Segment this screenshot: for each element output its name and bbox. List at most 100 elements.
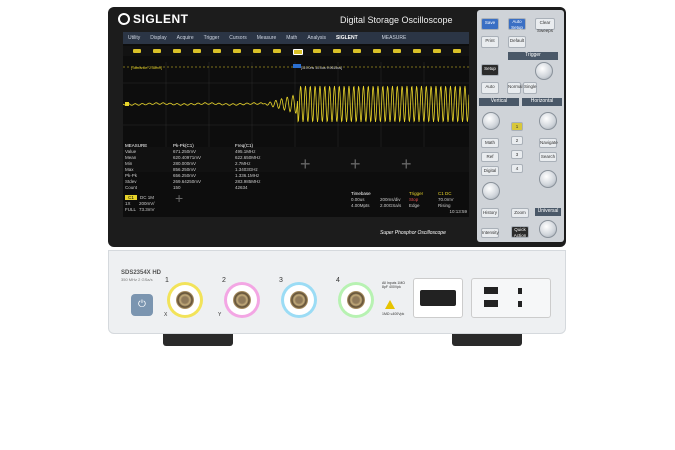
save-button[interactable]: Save: [481, 18, 499, 30]
measure-header: MEASURE: [125, 142, 148, 148]
channel-1-offset: 73.3mV: [139, 206, 155, 212]
measure-cell: Mean: [125, 154, 137, 160]
intensity-button[interactable]: Intensity: [481, 228, 499, 238]
measure-cell: 495.1MHz: [235, 148, 256, 154]
math-button[interactable]: Math: [481, 138, 499, 148]
sample-rate: 2.00GSa/s: [380, 202, 402, 208]
brand-label: SIGLENT: [133, 12, 189, 26]
auto-setup-button[interactable]: Auto Setup: [508, 18, 526, 30]
history-button[interactable]: History: [481, 208, 499, 218]
measure-header: Pk-Pk(C1): [173, 142, 194, 148]
trigger-auto-button[interactable]: Auto: [481, 82, 499, 94]
timeline-frame: [273, 49, 281, 53]
channel-1-bw: FULL: [125, 206, 137, 212]
y-label: Y: [218, 312, 222, 318]
search-button[interactable]: Search: [539, 152, 557, 162]
menu-item-trigger[interactable]: Trigger: [199, 35, 225, 41]
trigger-type: Edge: [409, 202, 420, 208]
spo-tagline: Super Phosphor Oscilloscope: [380, 230, 446, 236]
timeline-frame: [453, 49, 461, 53]
channel-2-button[interactable]: 2: [511, 136, 523, 145]
menu-item-measure[interactable]: Measure: [252, 35, 281, 41]
ref-button[interactable]: Ref: [481, 152, 499, 162]
menu-item-acquire[interactable]: Acquire: [172, 35, 199, 41]
trigger-single-button[interactable]: Single: [523, 82, 537, 94]
measure-tab[interactable]: MEASURE: [377, 35, 412, 41]
empty-measure-slot-icon[interactable]: +: [300, 154, 311, 175]
timebase-trigger-panel[interactable]: Timebase Trigger C1 DC 0.00us 200ms/div …: [351, 190, 467, 217]
trigger-status: Stop: [409, 196, 419, 202]
measure-cell: 1.3403GHz: [235, 166, 258, 172]
channel-1-badge: C1: [125, 194, 137, 200]
channel-1-coupling: DC 1M: [140, 194, 155, 200]
trigger-slope: Rising: [438, 202, 451, 208]
trigger-section-label: Trigger: [508, 52, 558, 60]
usb-port-panel: [471, 278, 551, 318]
channel-1-info[interactable]: C1 DC 1M 1X 200mV/ FULL 73.3mV: [125, 194, 165, 214]
coupling-note: 1MΩ ≤400Vpk: [382, 312, 405, 316]
channel-1-scale: 200mV/: [139, 200, 155, 206]
calibration-terminal-icon: [518, 288, 522, 294]
channel-3-button[interactable]: 3: [511, 150, 523, 159]
timeline-frame: [233, 49, 241, 53]
quick-action-button[interactable]: Quick Action: [511, 226, 529, 238]
roll-button[interactable]: Navigate: [539, 138, 558, 148]
trigger-normal-button[interactable]: Normal: [507, 82, 523, 94]
add-channel-icon[interactable]: +: [175, 190, 183, 206]
left-foot: [163, 334, 233, 346]
menu-item-math[interactable]: Math: [281, 35, 302, 41]
clock-time: 10:13:59: [449, 208, 467, 214]
timeline-frame: [393, 49, 401, 53]
empty-measure-slot-icon[interactable]: +: [401, 154, 412, 175]
power-button[interactable]: ⏻: [131, 294, 153, 316]
horizontal-scale-knob[interactable]: [539, 112, 557, 130]
timebase-delay: 0.00us: [351, 196, 365, 202]
print-button[interactable]: Print: [481, 36, 499, 48]
menu-item-analysis[interactable]: Analysis: [302, 35, 331, 41]
menu-item-utility[interactable]: Utility: [123, 35, 145, 41]
channel-2-input[interactable]: [227, 285, 257, 315]
tolerance-label: [Tolerance: 2.38mV]: [131, 66, 162, 70]
usb-port-icon[interactable]: [484, 287, 498, 294]
timeline-frame: [413, 49, 421, 53]
channel-4-button[interactable]: 4: [511, 164, 523, 173]
signal-label: SIGLENT: [335, 35, 358, 41]
timeline-frame: [193, 49, 201, 53]
timeline-frame: [213, 49, 221, 53]
menu-item-cursors[interactable]: Cursors: [224, 35, 252, 41]
timeline-frame: [353, 49, 361, 53]
universal-knob[interactable]: [539, 220, 557, 238]
timebase-header: Timebase: [351, 190, 371, 196]
trigger-level-knob[interactable]: [535, 62, 553, 80]
menu-item-display[interactable]: Display: [145, 35, 171, 41]
history-timeline[interactable]: [123, 46, 469, 56]
channel-4-input[interactable]: [341, 285, 371, 315]
trigger-setup-button[interactable]: Setup: [481, 64, 499, 76]
channel-3-input[interactable]: [284, 285, 314, 315]
usb-port-icon[interactable]: [484, 300, 498, 307]
horizontal-position-knob[interactable]: [539, 170, 557, 188]
timeline-frame: [173, 49, 181, 53]
measure-cell: 269.64250mV: [173, 178, 202, 184]
channel-4-number: 4: [336, 277, 340, 284]
measure-cell: 1.336.1MHz: [235, 172, 260, 178]
measure-cell: 856.250mV: [173, 166, 197, 172]
trigger-header: Trigger: [409, 190, 424, 196]
measure-cell: Pk-Pk: [125, 172, 138, 178]
measure-cell: 280.000mV: [173, 160, 197, 166]
default-button[interactable]: Default: [508, 36, 526, 48]
empty-measure-slot-icon[interactable]: +: [350, 154, 361, 175]
display-screen[interactable]: Utility Display Acquire Trigger Cursors …: [123, 32, 469, 217]
zoom-button[interactable]: Zoom: [511, 208, 529, 218]
channel-1-button[interactable]: 1: [511, 122, 523, 131]
clear-sweeps-button[interactable]: Clear Sweeps: [535, 18, 555, 33]
vertical-scale-knob[interactable]: [482, 112, 500, 130]
input-spec-note: All Inputs 1MΩ 8pF 400Vpk: [382, 281, 405, 289]
trigger-source: C1 DC: [438, 190, 452, 196]
measure-cell: 671.250mV: [173, 148, 197, 154]
channel-1-input[interactable]: [170, 285, 200, 315]
vertical-position-knob[interactable]: [482, 182, 500, 200]
channel-2-number: 2: [222, 277, 226, 284]
digital-button[interactable]: Digital: [481, 166, 499, 176]
siglent-logo: SIGLENT: [118, 12, 189, 26]
